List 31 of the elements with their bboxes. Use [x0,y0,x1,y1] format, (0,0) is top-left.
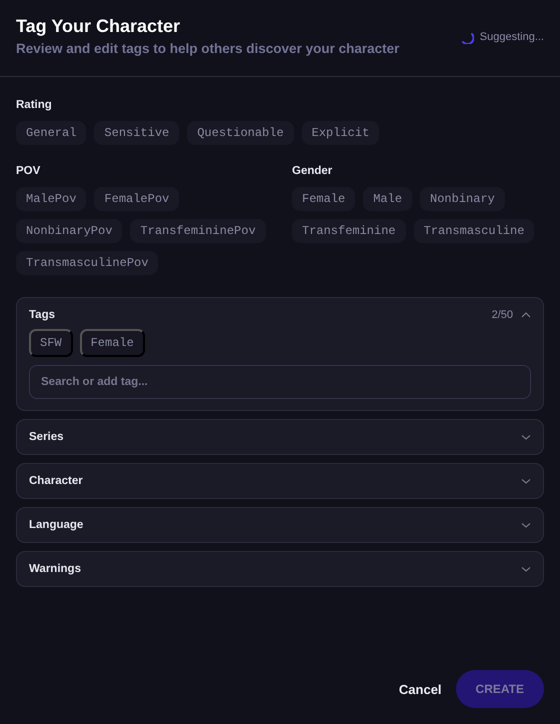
section-title[interactable]: Series [29,431,64,443]
group-label: Rating [16,99,53,111]
tag-chip[interactable]: Female [292,187,356,211]
tag-chip[interactable]: NonbinaryPov [16,219,122,243]
tag-chip[interactable]: Nonbinary [420,187,505,211]
dialog-subtitle: Review and edit tags to help others discover your character [16,41,400,56]
tag-chip[interactable]: TransfemininePov [130,219,266,243]
status-text: Suggesting... [480,31,544,43]
spinner-icon [460,30,474,44]
tag-chip[interactable]: FemalePov [94,187,180,211]
tag-chip[interactable]: Male [363,187,412,211]
tag-chip[interactable]: Sensitive [94,121,180,145]
tag-chip[interactable]: SFW [29,329,73,357]
tag-chip[interactable]: Questionable [187,121,294,145]
tag-chip[interactable]: MalePov [16,187,86,211]
cancel-button[interactable]: Cancel [398,674,442,704]
section-title[interactable]: Character [29,475,83,487]
group-label: Gender [292,165,334,177]
tag-chip[interactable]: Transmasculine [414,219,534,243]
section-title[interactable]: Language [29,519,84,531]
dialog-title: Tag Your Character [16,16,182,37]
tag-chip[interactable]: TransmasculinePov [16,251,158,275]
section-title[interactable]: Tags [29,309,55,321]
section-title[interactable]: Warnings [29,563,81,575]
tag-chip[interactable]: Female [80,329,145,357]
tag-chip[interactable]: General [16,121,86,145]
tag-count: 2/50 [492,309,513,321]
tag-chip[interactable]: Transfeminine [292,219,406,243]
tag-search-field[interactable]: Search or add tag... [29,365,531,399]
group-label: POV [16,165,42,177]
tag-chip[interactable]: Explicit [302,121,380,145]
